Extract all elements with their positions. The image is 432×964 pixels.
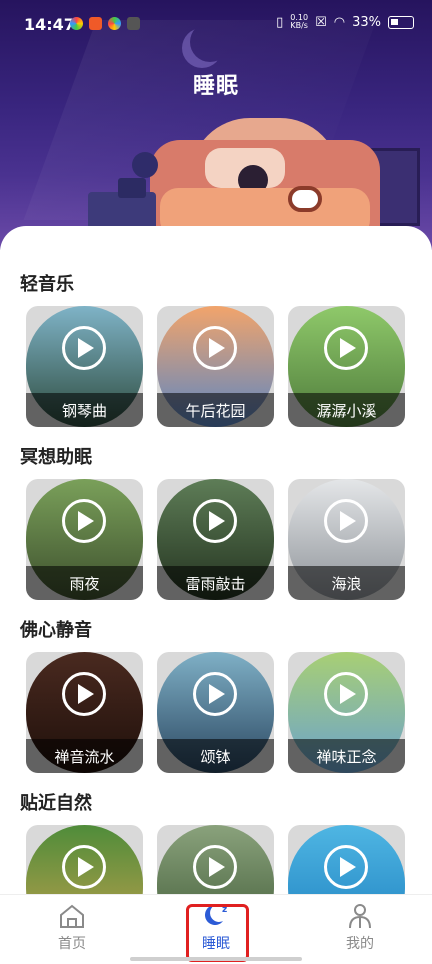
status-time: 14:47 (24, 15, 75, 34)
status-right: ▯ 0.10 KB/s ☒ ◠ 33% (276, 14, 414, 30)
sound-card[interactable]: 雷雨敲击 (157, 479, 274, 600)
net-speed-unit: KB/s (290, 21, 308, 30)
page-title: 睡眠 (192, 74, 239, 99)
card-label: 颂钵 (157, 739, 274, 773)
play-icon[interactable] (62, 672, 106, 716)
home-icon (60, 904, 84, 928)
alarm-clock (118, 178, 146, 198)
net-speed: 0.10 KB/s (290, 14, 308, 30)
nav-highlight-box (186, 904, 249, 962)
sound-card[interactable]: 午后花园 (157, 306, 274, 427)
person-icon (349, 904, 371, 929)
play-icon[interactable] (62, 326, 106, 370)
card-label: 潺潺小溪 (288, 393, 405, 427)
sound-card[interactable]: 禅音流水 (26, 652, 143, 773)
battery-icon (388, 15, 414, 29)
lamp (132, 152, 158, 178)
play-icon[interactable] (324, 672, 368, 716)
card-label: 禅味正念 (288, 739, 405, 773)
play-icon[interactable] (324, 845, 368, 889)
card-label: 雷雨敲击 (157, 566, 274, 600)
play-icon[interactable] (62, 499, 106, 543)
play-icon[interactable] (193, 672, 237, 716)
sound-card[interactable]: 禅味正念 (288, 652, 405, 773)
sound-card[interactable]: 潺潺小溪 (288, 306, 405, 427)
card-label: 钢琴曲 (26, 393, 143, 427)
app-icon (127, 17, 140, 30)
nav-profile-label: 我的 (346, 936, 374, 952)
section-title: 贴近自然 (20, 793, 92, 814)
section-title: 冥想助眠 (20, 447, 92, 468)
cat (288, 186, 322, 212)
wifi-icon: ◠ (333, 14, 346, 30)
card-label: 雨夜 (26, 566, 143, 600)
play-icon[interactable] (193, 499, 237, 543)
app-icon (89, 17, 102, 30)
play-icon[interactable] (62, 845, 106, 889)
play-icon[interactable] (324, 499, 368, 543)
status-bar: 14:47 ▯ 0.10 KB/s ☒ ◠ 33% (0, 0, 432, 52)
nav-home-label: 首页 (58, 936, 86, 952)
app-icon (70, 17, 83, 30)
nav-home[interactable]: 首页 (32, 901, 112, 953)
play-icon[interactable] (193, 326, 237, 370)
home-indicator (130, 957, 302, 961)
card-label: 禅音流水 (26, 739, 143, 773)
notification-icons (70, 17, 140, 30)
vibrate-icon: ▯ (276, 14, 284, 30)
section-title: 轻音乐 (20, 274, 74, 295)
play-icon[interactable] (193, 845, 237, 889)
card-label: 海浪 (288, 566, 405, 600)
battery-percent: 33% (352, 14, 381, 30)
nav-profile[interactable]: 我的 (320, 901, 400, 953)
sound-card[interactable]: 钢琴曲 (26, 306, 143, 427)
section-title: 佛心静音 (20, 620, 92, 641)
sound-card[interactable]: 海浪 (288, 479, 405, 600)
app-icon (108, 17, 121, 30)
play-icon[interactable] (324, 326, 368, 370)
card-label: 午后花园 (157, 393, 274, 427)
sim-icon: ☒ (315, 14, 327, 30)
sound-card[interactable]: 雨夜 (26, 479, 143, 600)
sound-card[interactable]: 颂钵 (157, 652, 274, 773)
